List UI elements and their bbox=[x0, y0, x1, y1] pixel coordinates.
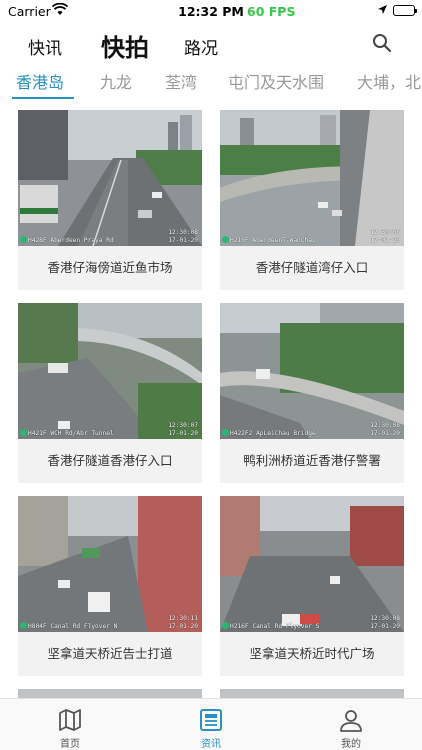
camera-image[interactable]: H216F Canal Rd Flyover S 12:30:08 17-01-2… bbox=[220, 496, 404, 632]
camera-image[interactable]: H210F AberdeenT-WanChai 12:30:08 17-01-20 bbox=[220, 110, 404, 246]
camera-caption: 坚拿道天桥近告士打道 bbox=[47, 646, 173, 661]
transport-dept-logo-icon bbox=[222, 622, 229, 629]
camera-caption: 坚拿道天桥近时代广场 bbox=[249, 646, 375, 661]
camera-card[interactable]: H422F2 ApLeiChau Bridge 12:30:08 17-01-20… bbox=[220, 303, 404, 483]
fps-counter: 60 FPS bbox=[247, 4, 296, 19]
camera-time: 12:30:08 bbox=[370, 229, 400, 236]
battery-icon bbox=[393, 5, 417, 16]
camera-caption: 鸭利洲桥道近香港仔警署 bbox=[243, 453, 381, 468]
camera-overlay: H422F2 ApLeiChau Bridge 12:30:08 17-01-20 bbox=[222, 422, 402, 438]
camera-label: H428F Aberdeen Praya Rd bbox=[28, 237, 114, 244]
camera-overlay: H216F Canal Rd Flyover S 12:30:08 17-01-2… bbox=[222, 615, 402, 631]
profile-icon bbox=[338, 707, 364, 733]
tab-news-flash[interactable]: 快讯 bbox=[28, 34, 62, 59]
camera-time: 12:30:08 bbox=[370, 615, 400, 622]
district-tab-hk-island[interactable]: 香港岛 bbox=[16, 69, 64, 93]
camera-label: H216F Canal Rd Flyover S bbox=[230, 623, 320, 630]
camera-overlay: H210F AberdeenT-WanChai 12:30:08 17-01-20 bbox=[222, 229, 402, 245]
tab-profile[interactable]: 我的 bbox=[301, 699, 401, 750]
camera-date: 17-01-20 bbox=[370, 429, 400, 437]
camera-overlay: H428F Aberdeen Praya Rd 12:30:08 17-01-20 bbox=[20, 229, 200, 245]
camera-label: H421F WCH Rd/Abr Tunnel bbox=[28, 430, 114, 437]
tab-home-label: 首页 bbox=[60, 739, 80, 750]
tab-profile-label: 我的 bbox=[341, 739, 361, 750]
camera-caption: 香港仔隧道湾仔入口 bbox=[255, 260, 369, 275]
camera-image[interactable]: H421F WCH Rd/Abr Tunnel 12:30:07 17-01-20 bbox=[18, 303, 202, 439]
transport-dept-logo-icon bbox=[222, 236, 229, 243]
camera-card[interactable]: H216F Canal Rd Flyover S 12:30:08 17-01-2… bbox=[220, 496, 404, 676]
camera-card[interactable]: H428F Aberdeen Praya Rd 12:30:08 17-01-20… bbox=[18, 110, 202, 290]
district-tab-tai-po[interactable]: 大埔，北区 bbox=[357, 69, 422, 93]
camera-overlay: H421F WCH Rd/Abr Tunnel 12:30:07 17-01-20 bbox=[20, 422, 200, 438]
map-icon bbox=[57, 707, 83, 733]
camera-time: 12:30:07 bbox=[168, 422, 198, 429]
tab-snapshots[interactable]: 快拍 bbox=[101, 28, 149, 63]
camera-card[interactable]: H804F Canal Rd Flyover N 12:30:11 17-01-2… bbox=[18, 496, 202, 676]
camera-card[interactable] bbox=[18, 689, 202, 698]
transport-dept-logo-icon bbox=[222, 429, 229, 436]
active-tab-indicator bbox=[12, 97, 74, 99]
transport-dept-logo-icon bbox=[20, 236, 27, 243]
clock: 12:32 PM bbox=[178, 4, 244, 19]
camera-image[interactable]: H428F Aberdeen Praya Rd 12:30:08 17-01-20 bbox=[18, 110, 202, 246]
bottom-tab-bar: 首页 资讯 我的 bbox=[0, 698, 422, 750]
camera-card[interactable]: H210F AberdeenT-WanChai 12:30:08 17-01-20… bbox=[220, 110, 404, 290]
tab-home[interactable]: 首页 bbox=[20, 699, 120, 750]
news-icon bbox=[198, 707, 224, 733]
transport-dept-logo-icon bbox=[20, 622, 27, 629]
district-tab-tsuen-wan[interactable]: 荃湾 bbox=[165, 69, 197, 93]
status-bar: Carrier 12:32 PM 60 FPS bbox=[0, 0, 422, 22]
camera-overlay: H804F Canal Rd Flyover N 12:30:11 17-01-2… bbox=[20, 615, 200, 631]
camera-label: H210F AberdeenT-WanChai bbox=[230, 237, 316, 244]
camera-caption: 香港仔隧道香港仔入口 bbox=[47, 453, 173, 468]
camera-date: 17-01-20 bbox=[370, 236, 400, 244]
camera-time: 12:30:11 bbox=[168, 615, 198, 622]
camera-card[interactable]: H421F WCH Rd/Abr Tunnel 12:30:07 17-01-20… bbox=[18, 303, 202, 483]
camera-time: 12:30:08 bbox=[370, 422, 400, 429]
tab-news-label: 资讯 bbox=[201, 739, 221, 750]
camera-card[interactable] bbox=[220, 689, 404, 698]
camera-date: 17-01-20 bbox=[168, 622, 198, 630]
location-arrow-icon bbox=[377, 3, 388, 18]
top-navigation: 快讯 快拍 路况 bbox=[0, 28, 422, 64]
camera-image[interactable]: H422F2 ApLeiChau Bridge 12:30:08 17-01-20 bbox=[220, 303, 404, 439]
district-tabs: 香港岛 九龙 荃湾 屯门及天水围 大埔，北区 bbox=[0, 64, 422, 100]
camera-caption: 香港仔海傍道近鱼市场 bbox=[47, 260, 173, 275]
camera-time: 12:30:08 bbox=[168, 229, 198, 236]
tab-news[interactable]: 资讯 bbox=[161, 699, 261, 750]
district-tab-kowloon[interactable]: 九龙 bbox=[100, 69, 132, 93]
camera-label: H422F2 ApLeiChau Bridge bbox=[230, 430, 316, 437]
camera-date: 17-01-20 bbox=[370, 622, 400, 630]
search-icon[interactable] bbox=[372, 33, 392, 53]
tab-traffic[interactable]: 路况 bbox=[184, 34, 218, 59]
camera-grid: H428F Aberdeen Praya Rd 12:30:08 17-01-20… bbox=[0, 100, 422, 698]
district-tab-tuen-mun[interactable]: 屯门及天水围 bbox=[228, 69, 324, 93]
transport-dept-logo-icon bbox=[20, 429, 27, 436]
camera-date: 17-01-20 bbox=[168, 429, 198, 437]
camera-date: 17-01-20 bbox=[168, 236, 198, 244]
camera-label: H804F Canal Rd Flyover N bbox=[28, 623, 118, 630]
camera-image[interactable]: H804F Canal Rd Flyover N 12:30:11 17-01-2… bbox=[18, 496, 202, 632]
